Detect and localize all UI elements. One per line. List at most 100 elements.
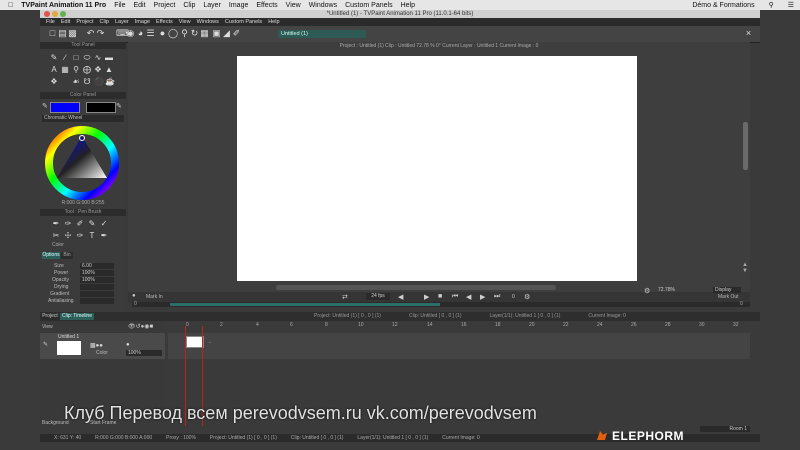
layer-toggles-icon[interactable]: 👁↺●◉■	[128, 323, 153, 330]
redo-icon[interactable]: ↷	[96, 29, 105, 38]
display-select[interactable]: Display	[713, 287, 741, 293]
apple-icon[interactable]: 	[8, 2, 13, 9]
zoom-level[interactable]: 72.78%	[658, 287, 675, 293]
wheel-mode-select[interactable]: Chromatic Wheel	[42, 115, 124, 122]
first-frame-icon[interactable]: ⏮	[452, 293, 458, 301]
mark-in-label[interactable]: Mark In	[146, 294, 163, 300]
keyboard-icon[interactable]: ⌨	[116, 29, 129, 38]
menu-custom-panels[interactable]: Custom Panels	[225, 19, 262, 25]
menu-view[interactable]: View	[179, 19, 191, 25]
marker-icon[interactable]: ✐	[76, 220, 84, 228]
loop-icon[interactable]: ⇄	[342, 293, 348, 301]
swap-picker-icon[interactable]: ✎	[116, 102, 122, 110]
picker-icon[interactable]: ✎	[42, 102, 48, 110]
menu-image[interactable]: Image	[135, 19, 150, 25]
ink-icon[interactable]: ✓	[100, 220, 108, 228]
menu-windows[interactable]: Windows	[197, 19, 219, 25]
save-icon[interactable]: ▩	[68, 29, 77, 38]
menu-layer[interactable]: Layer	[115, 19, 129, 25]
new-file-icon[interactable]: □	[48, 29, 57, 38]
step-forward-icon[interactable]: ▶	[480, 293, 485, 301]
rotate-icon[interactable]: ↻	[190, 29, 199, 38]
ruler-icon[interactable]: ◢	[222, 29, 231, 38]
rectangle-tool-icon[interactable]: □	[72, 54, 80, 62]
primary-color-swatch[interactable]	[50, 102, 80, 113]
freehand-tool-icon[interactable]: ∿	[94, 54, 102, 62]
menu-effects[interactable]: Effects	[156, 19, 173, 25]
mark-in-icon[interactable]: ●	[132, 293, 136, 299]
globe-icon[interactable]: ◕	[136, 29, 145, 38]
lightbulb-icon[interactable]: ●	[158, 29, 167, 38]
text-box-tool-icon[interactable]: A	[50, 66, 58, 74]
tab-bin[interactable]: Bin	[61, 252, 73, 259]
light-table-tool-icon[interactable]: ☋	[83, 78, 91, 86]
stop-icon[interactable]: ■	[438, 293, 442, 300]
stamp-tool-icon[interactable]: ⚫	[94, 78, 104, 86]
layers-icon[interactable]: ☰	[146, 29, 155, 38]
zoom-icon[interactable]: ⚲	[180, 29, 189, 38]
color-triangle[interactable]	[57, 136, 107, 178]
transform-tool-icon[interactable]: ⨁	[83, 66, 91, 74]
gradient-field[interactable]	[80, 291, 114, 297]
drying-field[interactable]	[80, 284, 114, 290]
fps-select[interactable]: 24 fps	[366, 293, 390, 300]
mark-out-label[interactable]: Mark Out	[718, 294, 739, 300]
menu-list-icon[interactable]: ☰	[788, 1, 794, 9]
tab-options[interactable]: Options	[42, 252, 60, 259]
pen-icon[interactable]: ✐	[232, 29, 241, 38]
layer-name[interactable]: Untitled 1	[58, 334, 79, 340]
size-field[interactable]: 6.00	[80, 263, 114, 269]
window-close-button[interactable]	[44, 11, 50, 17]
zoom-fit-icon[interactable]: ⚙	[644, 287, 650, 295]
os-menu-windows[interactable]: Windows	[309, 2, 337, 9]
search-icon[interactable]: ⚲	[769, 1, 774, 9]
panel-close-icon[interactable]: ×	[744, 29, 753, 38]
os-menu-file[interactable]: File	[114, 2, 125, 9]
pencil-icon[interactable]: ✎	[88, 220, 96, 228]
magnify-tool-icon[interactable]: ⚲	[72, 66, 80, 74]
window-zoom-button[interactable]	[60, 11, 66, 17]
airbrush-icon[interactable]: ✑	[64, 220, 72, 228]
undo-icon[interactable]: ↶	[86, 29, 95, 38]
os-user-menu[interactable]: Démo & Formations	[692, 2, 754, 9]
text-tool-icon[interactable]: T	[88, 232, 96, 240]
power-field[interactable]: 100%	[80, 270, 114, 276]
open-file-icon[interactable]: ▤	[58, 29, 67, 38]
os-menu-layer[interactable]: Layer	[203, 2, 221, 9]
menu-edit[interactable]: Edit	[61, 19, 70, 25]
smudge-tool-icon[interactable]: ☙	[72, 78, 80, 86]
menu-help[interactable]: Help	[268, 19, 279, 25]
os-menu-custom-panels[interactable]: Custom Panels	[345, 2, 392, 9]
scroll-arrows-icon[interactable]: ▲ ▼	[742, 262, 748, 274]
paint-bucket-tool-icon[interactable]: ☕	[105, 78, 115, 86]
eraser-tool-icon[interactable]: ▬	[105, 54, 113, 62]
os-menu-project[interactable]: Project	[154, 2, 176, 9]
os-menu-effects[interactable]: Effects	[256, 2, 277, 9]
menu-project[interactable]: Project	[76, 19, 93, 25]
settings-icon[interactable]: ⚙	[524, 293, 530, 301]
cell-extend-icon[interactable]: →	[207, 339, 212, 345]
lamp-icon[interactable]: ◯	[168, 29, 178, 38]
vertical-scrollbar[interactable]	[743, 122, 748, 170]
tab-clip-timeline[interactable]: Clip: Timeline	[60, 313, 94, 320]
fill-tool-icon[interactable]: ▲	[105, 66, 113, 74]
crop-icon[interactable]: ▣	[212, 29, 221, 38]
play-icon[interactable]: ▶	[424, 293, 429, 301]
window-minimize-button[interactable]	[52, 11, 58, 17]
os-menu-edit[interactable]: Edit	[133, 2, 145, 9]
layer-visibility-icon[interactable]: ✎	[43, 341, 48, 348]
room-select[interactable]: Room 1	[700, 426, 750, 432]
smear-icon[interactable]: ✑	[76, 232, 84, 240]
timeline-ruler[interactable]: 0 2 4 6 8 10 12 14 16 18 20 22 24 26 28 …	[170, 322, 750, 331]
pastel-icon[interactable]: ✒	[100, 232, 108, 240]
cutter-icon[interactable]: ✂	[52, 232, 60, 240]
menu-clip[interactable]: Clip	[99, 19, 108, 25]
grid-icon[interactable]: ▦	[200, 29, 209, 38]
layer-opacity-field[interactable]: 100%	[126, 350, 162, 356]
line-tool-icon[interactable]: ∕	[61, 54, 69, 62]
prev-frame-icon[interactable]: ◀	[398, 293, 403, 301]
warp-tool-icon[interactable]: ❖	[50, 78, 58, 86]
drawing-canvas[interactable]	[237, 56, 637, 281]
os-app-name[interactable]: TVPaint Animation 11 Pro	[21, 2, 106, 9]
brush-tool-icon[interactable]: ✎	[50, 54, 58, 62]
